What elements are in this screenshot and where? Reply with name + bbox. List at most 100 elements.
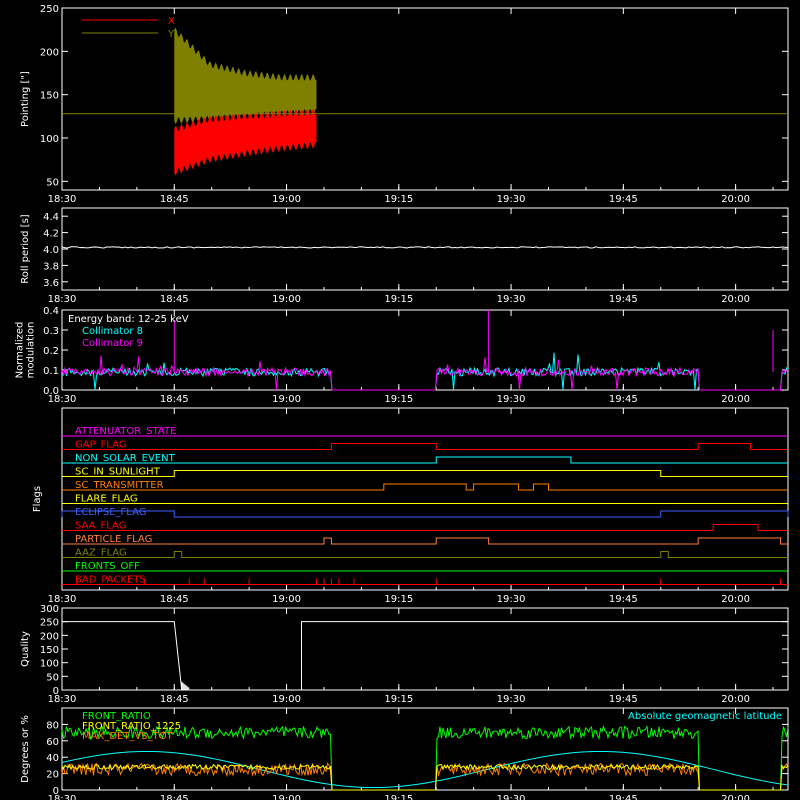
legend-label-x: X xyxy=(168,16,175,27)
x-pointing-band xyxy=(174,108,317,176)
y-tick-label: 4.0 xyxy=(43,245,59,256)
flag-label-fronts-off: FRONTS_OFF xyxy=(75,561,140,572)
legend-label-y: Y xyxy=(167,29,175,40)
y-tick-label: 0 xyxy=(53,686,59,697)
energy-band-annotation: Energy band: 12-25 keV xyxy=(68,314,189,325)
y-tick-label: 0.4 xyxy=(43,306,59,317)
flag-label-gap-flag: GAP_FLAG xyxy=(75,440,127,451)
rhessi-quicklook-figure: 18:30 18:45 19:00 19:15 19:30 19:45 20:00 50 100… xyxy=(0,0,800,800)
y-tick-label: 0.2 xyxy=(43,346,59,357)
flag-trace-sc-in-sunlight xyxy=(62,470,788,477)
time-tick-label: 19:45 xyxy=(609,194,638,205)
panel-3: 18:30 18:45 19:00 19:15 19:30 19:45 20:000.00.… xyxy=(15,306,789,405)
time-tick-label: 18:45 xyxy=(160,594,189,605)
legend-label-max-det-vs-tot: MAX_DET_VS_TOT xyxy=(82,731,174,742)
y-axis-label: modulation xyxy=(26,322,37,379)
time-tick-label: 18:45 xyxy=(160,294,189,305)
y-tick-label: 100 xyxy=(40,659,59,670)
flag-label-sc-in-sunlight: SC_IN_SUNLIGHT xyxy=(75,467,161,478)
y-tick-label: 300 xyxy=(40,604,59,615)
time-tick-label: 20:00 xyxy=(721,794,750,800)
legend-label-collimator-8: Collimator 8 xyxy=(82,326,143,337)
time-tick-label: 18:45 xyxy=(160,194,189,205)
flag-trace-gap-flag xyxy=(62,443,788,450)
panel-1: 18:30 18:45 19:00 19:15 19:30 19:45 20:00 50 100… xyxy=(20,4,789,205)
y-axis-label: Pointing ["] xyxy=(20,71,31,127)
roll-period-line xyxy=(61,246,789,249)
y-tick-label: 150 xyxy=(40,645,59,656)
time-tick-label: 19:30 xyxy=(497,194,526,205)
flag-label-bad-packets: BAD_PACKETS xyxy=(75,575,146,586)
y-tick-label: 250 xyxy=(40,4,59,15)
flag-label-eclipse-flag: ECLIPSE_FLAG xyxy=(75,507,146,518)
panel-6: 18:30 18:45 19:00 19:15 19:30 19:45 20:0002040… xyxy=(20,707,789,800)
time-tick-label: 19:30 xyxy=(497,294,526,305)
y-pointing-band xyxy=(174,27,317,124)
flag-trace-eclipse-flag xyxy=(61,510,789,518)
time-tick-label: 19:45 xyxy=(609,394,638,405)
geomagnetic-latitude-line xyxy=(61,750,789,789)
panel-frame xyxy=(61,607,789,691)
flag-label-aaz-flag: AAZ_FLAG xyxy=(75,548,127,559)
flag-label-particle-flag: PARTICLE_FLAG xyxy=(75,534,152,545)
flag-label-attenuator-state: ATTENUATOR_STATE xyxy=(75,426,176,437)
panel-5: 18:30 18:45 19:00 19:15 19:30 19:45 20:0005010… xyxy=(20,604,789,705)
time-tick-label: 19:30 xyxy=(497,594,526,605)
y-tick-label: 50 xyxy=(46,177,59,188)
y-tick-label: 0.0 xyxy=(43,386,59,397)
y-tick-label: 3.8 xyxy=(43,261,59,272)
panel-2: 18:30 18:45 19:00 19:15 19:30 19:45 20:00 3.6 3.… xyxy=(20,207,789,305)
time-tick-label: 19:15 xyxy=(384,394,413,405)
time-tick-label: 19:15 xyxy=(384,294,413,305)
time-tick-label: 19:00 xyxy=(272,294,301,305)
y-tick-label: 150 xyxy=(40,91,59,102)
time-tick-label: 19:15 xyxy=(384,694,413,705)
legend-label-collimator-9: Collimator 9 xyxy=(82,338,143,349)
time-tick-label: 18:30 xyxy=(48,194,77,205)
time-tick-label: 19:15 xyxy=(384,594,413,605)
modulation-collimator-9 xyxy=(61,355,789,391)
time-tick-label: 19:00 xyxy=(272,594,301,605)
time-tick-label: 19:00 xyxy=(272,394,301,405)
y-tick-label: 4.4 xyxy=(43,212,59,223)
y-tick-label: 3.6 xyxy=(43,278,59,289)
figure-svg: 18:30 18:45 19:00 19:15 19:30 19:45 20:00 50 100… xyxy=(15,4,789,800)
flag-label-flare-flag: FLARE_FLAG xyxy=(75,494,138,505)
time-tick-label: 19:15 xyxy=(384,794,413,800)
time-tick-label: 20:00 xyxy=(721,694,750,705)
y-tick-label: 50 xyxy=(46,672,59,683)
quality-line xyxy=(62,621,788,691)
time-tick-label: 19:45 xyxy=(609,294,638,305)
time-tick-label: 18:30 xyxy=(48,294,77,305)
y-tick-label: 80 xyxy=(46,720,59,731)
y-tick-label: 40 xyxy=(46,753,59,764)
y-tick-label: 20 xyxy=(46,770,59,781)
legend-label-geomagnetic-latitude: Absolute geomagnetic latitude xyxy=(628,711,782,722)
panel-frame xyxy=(61,207,789,291)
y-axis-label: Quality xyxy=(20,631,31,667)
time-tick-label: 19:00 xyxy=(272,194,301,205)
flag-label-non-solar-event: NON_SOLAR_EVENT xyxy=(75,453,176,464)
y-axis-label: Flags xyxy=(32,486,43,512)
y-axis-label: Normalized xyxy=(15,322,26,379)
flag-trace-saa-flag xyxy=(62,524,788,531)
y-tick-label: 0 xyxy=(53,786,59,797)
time-tick-label: 18:45 xyxy=(160,394,189,405)
y-tick-label: 200 xyxy=(40,631,59,642)
flag-label-sc-transmitter: SC_TRANSMITTER xyxy=(75,480,164,491)
y-tick-label: 4.2 xyxy=(43,229,59,240)
flag-label-saa-flag: SAA_FLAG xyxy=(75,521,126,532)
time-tick-label: 20:00 xyxy=(721,594,750,605)
panel-4: 18:30 18:45 19:00 19:15 19:30 19:45 20:00Flags… xyxy=(32,407,789,605)
flag-trace-aaz-flag xyxy=(62,551,788,558)
flag-trace-particle-flag xyxy=(62,537,788,545)
time-tick-label: 19:45 xyxy=(609,694,638,705)
y-tick-label: 200 xyxy=(40,47,59,58)
time-tick-label: 19:45 xyxy=(609,794,638,800)
time-tick-label: 19:45 xyxy=(609,594,638,605)
time-tick-label: 18:45 xyxy=(160,794,189,800)
time-tick-label: 19:30 xyxy=(497,694,526,705)
y-tick-label: 100 xyxy=(40,134,59,145)
time-tick-label: 20:00 xyxy=(721,194,750,205)
time-tick-label: 20:00 xyxy=(721,294,750,305)
